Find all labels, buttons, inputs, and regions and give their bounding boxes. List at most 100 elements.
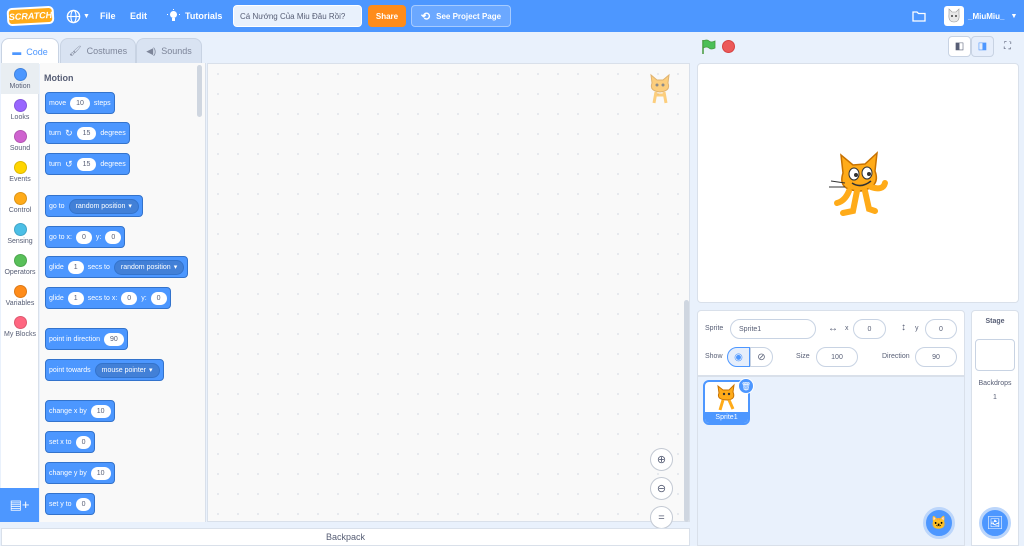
block-glide-xy[interactable]: glide 1 secs to x: 0 y: 0 — [45, 287, 171, 309]
category-control[interactable]: Control — [1, 187, 39, 218]
category-menu: Motion Looks Sound Events Control Sensin… — [1, 63, 39, 522]
block-input[interactable]: 1 — [67, 291, 84, 305]
zoom-out-button[interactable]: ⊖ — [650, 477, 673, 500]
folder-icon[interactable] — [912, 0, 926, 32]
y-input[interactable]: 0 — [925, 319, 957, 339]
category-label: My Blocks — [4, 331, 36, 338]
size-input[interactable]: 100 — [816, 347, 858, 367]
category-label: Variables — [5, 300, 35, 307]
category-motion[interactable]: Motion — [1, 63, 39, 94]
block-change-y[interactable]: change y by 10 — [45, 462, 115, 484]
category-dot-icon — [13, 99, 27, 112]
block-point-in-direction[interactable]: point in direction 90 — [45, 328, 128, 350]
block-dropdown[interactable]: random position ▾ — [68, 198, 139, 214]
block-turn-right[interactable]: turn ↻ 15 degrees — [45, 122, 130, 144]
block-point-towards[interactable]: point towards mouse pointer ▾ — [45, 359, 164, 381]
sprite-cat-icon[interactable] — [823, 147, 889, 222]
category-looks[interactable]: Looks — [1, 94, 39, 125]
delete-sprite-button[interactable]: 🗑 — [738, 378, 754, 394]
show-visible-button[interactable]: ◉ — [727, 347, 750, 367]
block-input[interactable]: 15 — [76, 157, 97, 171]
tutorials-button[interactable]: Tutorials — [167, 0, 222, 32]
block-input[interactable]: 0 — [105, 230, 122, 244]
sprite-name-input[interactable]: Sprite1 — [730, 319, 816, 339]
add-extension-button[interactable]: ▤+ — [0, 488, 39, 522]
hide-button[interactable]: ⊘ — [750, 347, 773, 367]
see-project-page-button[interactable]: ⟲ See Project Page — [411, 5, 511, 27]
block-dropdown[interactable]: mouse pointer ▾ — [94, 362, 160, 378]
category-variables[interactable]: Variables — [1, 280, 39, 311]
direction-input[interactable]: 90 — [915, 347, 957, 367]
tab-sounds[interactable]: ◀) Sounds — [136, 38, 202, 63]
stage-title: Stage — [985, 318, 1005, 325]
sprite-watermark-icon — [646, 73, 674, 110]
category-sound[interactable]: Sound — [1, 125, 39, 156]
tab-costumes[interactable]: 🖌 Costumes — [60, 38, 136, 63]
dropdown-arrow-icon: ▾ — [173, 264, 178, 271]
size-label: Size — [796, 353, 810, 360]
category-my-blocks[interactable]: My Blocks — [1, 311, 39, 342]
green-flag-icon[interactable] — [700, 39, 716, 58]
edit-menu[interactable]: Edit — [130, 0, 147, 32]
category-label: Motion — [9, 83, 31, 90]
block-go-to[interactable]: go to random position ▾ — [45, 195, 143, 217]
fullscreen-icon: ⛶ — [1004, 41, 1011, 52]
block-go-to-xy[interactable]: go to x: 0 y: 0 — [45, 226, 126, 248]
language-menu[interactable]: ▼ — [66, 0, 90, 32]
category-sensing[interactable]: Sensing — [1, 218, 39, 249]
category-label: Events — [9, 176, 31, 183]
vertical-arrows-icon: ↕ — [901, 322, 906, 333]
category-label: Sensing — [7, 238, 33, 245]
backpack-bar[interactable]: Backpack — [1, 528, 690, 546]
block-input[interactable]: 0 — [121, 291, 138, 305]
account-menu[interactable]: _MiuMiu_ ▼ — [944, 0, 1017, 32]
fullscreen-button[interactable]: ⛶ — [996, 36, 1019, 57]
block-input[interactable]: 10 — [90, 466, 111, 480]
project-title-input[interactable]: Cá Nướng Của Miu Đâu Rồi? — [233, 5, 362, 27]
eye-slash-icon: ⊘ — [757, 351, 766, 363]
block-glide[interactable]: glide 1 secs to random position ▾ — [45, 256, 189, 278]
zoom-in-button[interactable]: ⊕ — [650, 448, 673, 471]
zoom-out-icon: ⊖ — [656, 483, 667, 495]
code-workspace[interactable] — [207, 63, 690, 522]
block-set-x[interactable]: set x to 0 — [45, 431, 96, 453]
palette-scrollbar[interactable] — [197, 65, 202, 117]
block-input[interactable]: 10 — [70, 96, 90, 110]
tab-code[interactable]: ▬ Code — [1, 38, 59, 64]
normal-stage-button[interactable]: ◨ — [971, 36, 994, 57]
block-input[interactable]: 0 — [150, 291, 167, 305]
block-set-y[interactable]: set y to 0 — [45, 493, 96, 515]
block-change-x[interactable]: change x by 10 — [45, 400, 115, 422]
scratch-logo[interactable]: SCRATCH — [6, 5, 55, 27]
choose-backdrop-button[interactable]: 🖼 — [979, 507, 1011, 539]
block-turn-left[interactable]: turn ↺ 15 degrees — [45, 153, 130, 175]
eye-icon: ◉ — [734, 351, 743, 363]
block-input[interactable]: 0 — [75, 435, 92, 449]
block-dropdown[interactable]: random position ▾ — [113, 259, 185, 275]
backdrops-label: Backdrops — [978, 380, 1012, 387]
x-input[interactable]: 0 — [853, 319, 886, 339]
block-move-steps[interactable]: move 10 steps — [45, 92, 115, 114]
block-input[interactable]: 90 — [103, 332, 124, 346]
workspace-scrollbar[interactable] — [684, 300, 689, 522]
brush-icon: 🖌 — [68, 45, 82, 57]
category-dot-icon — [13, 192, 27, 205]
file-menu[interactable]: File — [100, 0, 116, 32]
category-events[interactable]: Events — [1, 156, 39, 187]
stage-thumbnail[interactable] — [975, 339, 1015, 371]
block-input[interactable]: 0 — [75, 230, 92, 244]
small-stage-button[interactable]: ◧ — [948, 36, 971, 57]
chevron-down-icon: ▼ — [1010, 12, 1018, 20]
block-input[interactable]: 10 — [90, 404, 111, 418]
y-label: y — [915, 325, 919, 332]
zoom-reset-button[interactable]: = — [650, 506, 673, 529]
category-operators[interactable]: Operators — [1, 249, 39, 280]
choose-sprite-button[interactable]: 🐱 — [923, 507, 955, 539]
category-label: Sound — [9, 145, 31, 152]
stop-icon[interactable] — [722, 40, 735, 53]
block-input[interactable]: 1 — [67, 260, 84, 274]
block-input[interactable]: 15 — [76, 126, 97, 140]
share-button[interactable]: Share — [368, 5, 406, 27]
block-input[interactable]: 0 — [75, 497, 92, 511]
tab-code-label: Code — [26, 46, 48, 57]
